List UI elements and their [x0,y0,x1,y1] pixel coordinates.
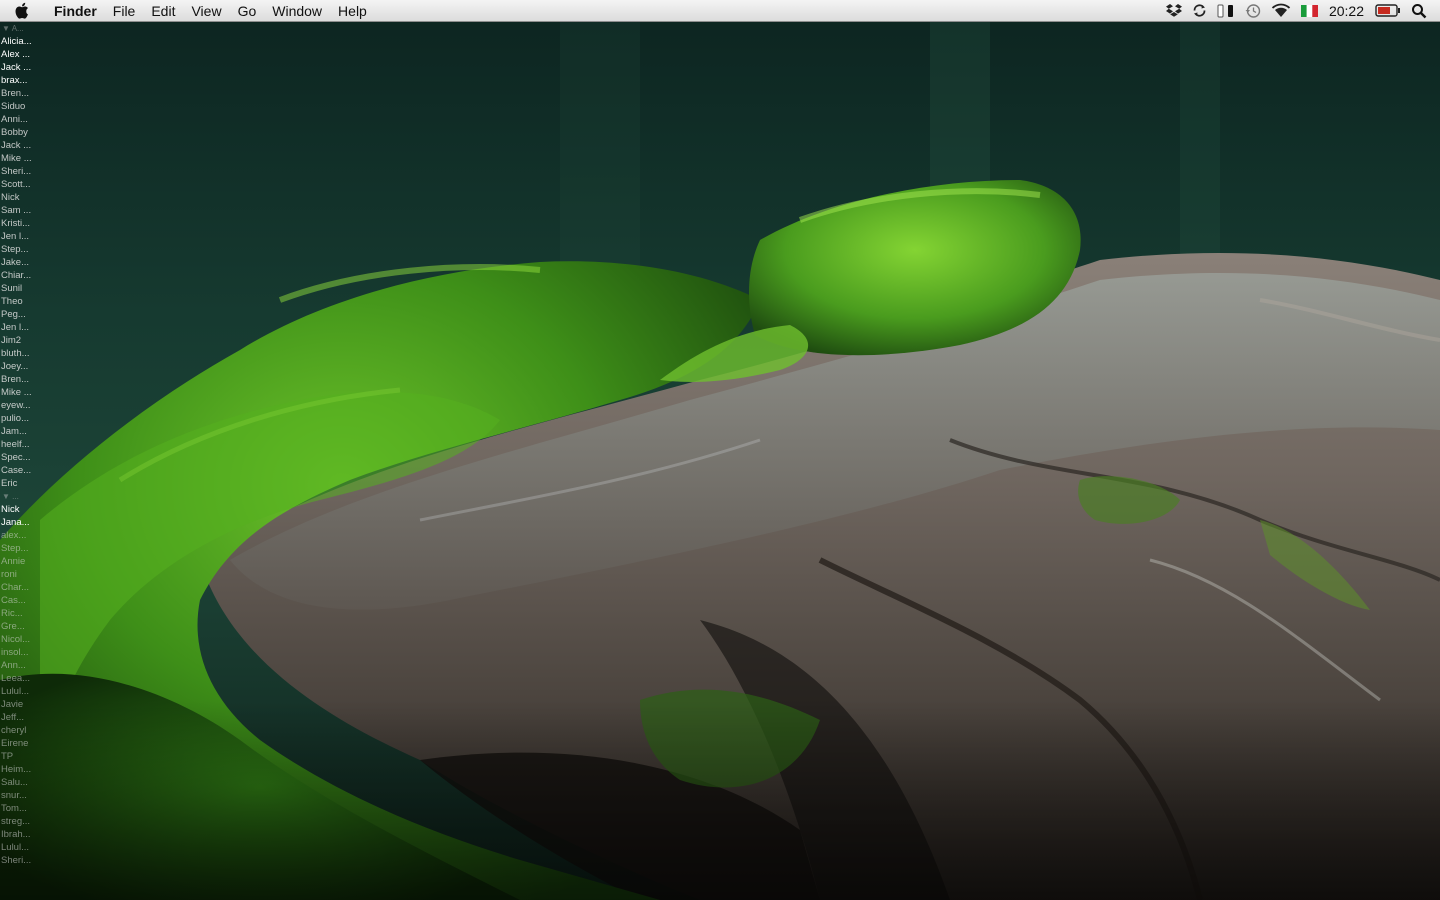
contact-list-item[interactable]: Theo [0,295,36,308]
contact-list-item[interactable]: Peg... [0,308,36,321]
contact-list-item[interactable]: Jen l... [0,321,36,334]
contact-list-item[interactable]: Sunil [0,282,36,295]
spotlight-icon[interactable] [1406,0,1432,22]
contact-list-item[interactable]: brax... [0,74,36,87]
contact-list-item[interactable]: Jack ... [0,139,36,152]
contact-list-item[interactable]: Leea... [0,672,36,685]
contact-list-item[interactable]: Jen l... [0,230,36,243]
contact-list-item[interactable]: Eirene [0,737,36,750]
contact-list-item[interactable]: streg... [0,815,36,828]
contact-list-item[interactable]: Salu... [0,776,36,789]
contact-list-item[interactable]: Bobby [0,126,36,139]
apple-menu-icon[interactable] [0,0,42,22]
contact-list-item[interactable]: Nick [0,191,36,204]
contact-list-item[interactable]: Annie [0,555,36,568]
contact-list-item[interactable]: Chiar... [0,269,36,282]
contact-list-item[interactable]: Jake... [0,256,36,269]
contact-list-item[interactable]: Tom... [0,802,36,815]
contact-list-item[interactable]: Mike ... [0,152,36,165]
contact-list-item[interactable]: pulio... [0,412,36,425]
time-machine-icon[interactable] [1240,0,1266,22]
contact-list-item[interactable]: Sheri... [0,165,36,178]
contact-list-item[interactable]: Char... [0,581,36,594]
contact-list-item[interactable]: Joey... [0,360,36,373]
contact-list-item[interactable]: Jack ... [0,61,36,74]
contact-group-header[interactable]: ▼ A... [0,22,36,35]
contact-list-item[interactable]: Mike ... [0,386,36,399]
desktop: ▼ A... Alicia... Alex ... Jack ... brax... B… [0,0,1440,900]
contact-list-item[interactable]: Lulul... [0,685,36,698]
contact-list-item[interactable]: cheryl [0,724,36,737]
menu-file[interactable]: File [105,0,144,22]
contact-list-item[interactable]: Jam... [0,425,36,438]
dropbox-icon[interactable] [1161,0,1187,22]
menu-edit[interactable]: Edit [143,0,183,22]
battery-icon[interactable] [1370,0,1406,22]
contact-list-item[interactable]: insol... [0,646,36,659]
contact-list-item[interactable]: Eric [0,477,36,490]
contact-list-item[interactable]: Ann... [0,659,36,672]
contact-list-item[interactable]: Bren... [0,373,36,386]
contact-list-item[interactable]: heelf... [0,438,36,451]
contact-list-item[interactable]: Jim2 [0,334,36,347]
app-menu-finder[interactable]: Finder [42,0,105,22]
contact-list-item[interactable]: Ibrah... [0,828,36,841]
contact-list-item[interactable]: alex... [0,529,36,542]
contact-list-item[interactable]: Bren... [0,87,36,100]
contact-list-item[interactable]: Jana... [0,516,36,529]
battery-small-icon[interactable] [1212,0,1240,22]
menu-bar: Finder File Edit View Go Window Help 20:… [0,0,1440,22]
contact-list-item[interactable]: eyew... [0,399,36,412]
contact-list-item[interactable]: Heim... [0,763,36,776]
contact-list-item[interactable]: Jeff... [0,711,36,724]
contact-list-item[interactable]: Ric... [0,607,36,620]
contact-list-item[interactable]: Alex ... [0,48,36,61]
contact-list-item[interactable]: Siduo [0,100,36,113]
contact-list-item[interactable]: Lulul... [0,841,36,854]
contact-list-item[interactable]: Cas... [0,594,36,607]
contact-list-item[interactable]: Anni... [0,113,36,126]
contact-list-item[interactable]: Sheri... [0,854,36,867]
menu-help[interactable]: Help [330,0,375,22]
wifi-icon[interactable] [1266,0,1296,22]
contact-list-item[interactable]: snur... [0,789,36,802]
menu-go[interactable]: Go [230,0,265,22]
menu-clock[interactable]: 20:22 [1323,0,1370,22]
contact-list-item[interactable]: bluth... [0,347,36,360]
contact-list-item[interactable]: Step... [0,542,36,555]
menu-view[interactable]: View [183,0,229,22]
contact-list-item[interactable]: Sam ... [0,204,36,217]
contact-list-item[interactable]: Nicol... [0,633,36,646]
wallpaper-image [0,0,1440,900]
contact-list-item[interactable]: Javie [0,698,36,711]
contact-list-item[interactable]: Scott... [0,178,36,191]
sync-icon[interactable] [1187,0,1212,22]
contact-list-item[interactable]: TP [0,750,36,763]
italy-flag-icon[interactable] [1296,0,1323,22]
contact-list-item[interactable]: Case... [0,464,36,477]
contact-list-item[interactable]: Kristi... [0,217,36,230]
contact-list-item[interactable]: roni [0,568,36,581]
contact-list-item[interactable]: Alicia... [0,35,36,48]
contact-list-item[interactable]: Gre... [0,620,36,633]
contact-list-item[interactable]: Step... [0,243,36,256]
contact-list-item[interactable]: Spec... [0,451,36,464]
menu-window[interactable]: Window [264,0,330,22]
contact-list-item[interactable]: Nick [0,503,36,516]
contact-group-header[interactable]: ▼ ... [0,490,36,503]
contacts-sidebar: ▼ A... Alicia... Alex ... Jack ... brax... B… [0,22,36,900]
